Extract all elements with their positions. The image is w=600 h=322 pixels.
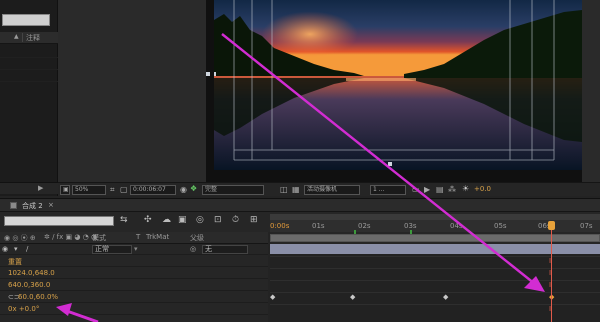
annotation-arrows — [56, 33, 545, 322]
